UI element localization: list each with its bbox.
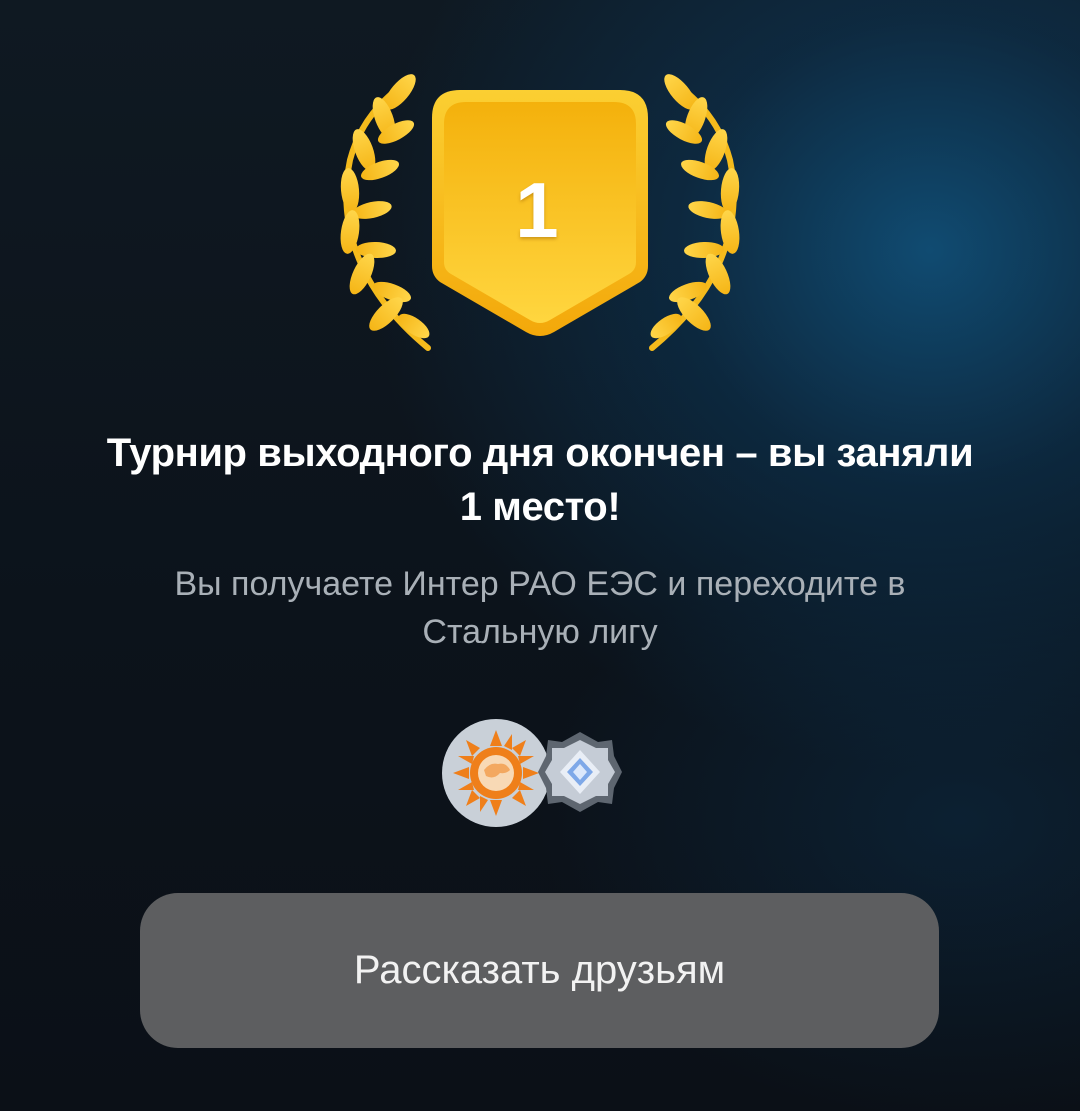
place-number: 1 [515,166,559,254]
laurel-right-icon [649,74,740,351]
laurel-left-icon [340,74,431,351]
tournament-result-screen: 1 Турнир выходного дня окончен – вы заня… [0,0,1080,1111]
result-subtitle: Вы получаете Интер РАО ЕЭС и переходите … [174,565,906,651]
steel-league-badge-icon [538,732,622,812]
rewards-icons [442,719,622,827]
result-title: Турнир выходного дня окончен – вы заняли… [106,431,974,529]
share-with-friends-button[interactable]: Рассказать друзьям [140,893,939,1048]
inter-rao-logo-icon [442,719,550,827]
